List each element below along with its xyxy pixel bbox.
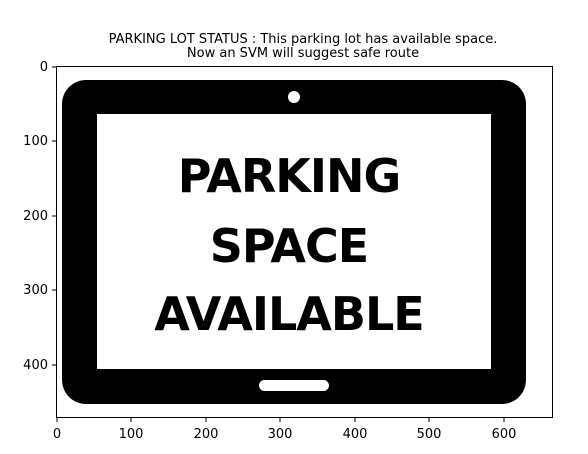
y-tick-label: 100 bbox=[23, 134, 48, 149]
x-tick-label: 200 bbox=[194, 427, 219, 442]
x-tick-label: 400 bbox=[343, 427, 368, 442]
y-tick-label: 0 bbox=[40, 60, 48, 75]
x-axis: 0 100 200 300 400 500 600 bbox=[53, 418, 517, 442]
figure-canvas: PARKING LOT STATUS : This parking lot ha… bbox=[23, 32, 553, 442]
x-tick-label: 600 bbox=[492, 427, 517, 442]
sign-line-parking: PARKING bbox=[178, 149, 401, 203]
tablet-camera-dot bbox=[288, 91, 300, 103]
sign-line-space: SPACE bbox=[210, 219, 368, 273]
y-axis: 0 100 200 300 400 bbox=[23, 60, 56, 373]
x-tick-label: 100 bbox=[119, 427, 144, 442]
x-tick-label: 0 bbox=[53, 427, 61, 442]
figure-title-line-1: PARKING LOT STATUS : This parking lot ha… bbox=[109, 32, 498, 47]
y-tick-label: 400 bbox=[23, 358, 48, 373]
sign-line-available: AVAILABLE bbox=[154, 287, 423, 341]
x-tick-label: 300 bbox=[268, 427, 293, 442]
x-tick-label: 500 bbox=[417, 427, 442, 442]
y-tick-label: 200 bbox=[23, 209, 48, 224]
y-tick-label: 300 bbox=[23, 283, 48, 298]
figure-title-line-2: Now an SVM will suggest safe route bbox=[187, 46, 419, 61]
tablet-home-button bbox=[259, 380, 329, 391]
